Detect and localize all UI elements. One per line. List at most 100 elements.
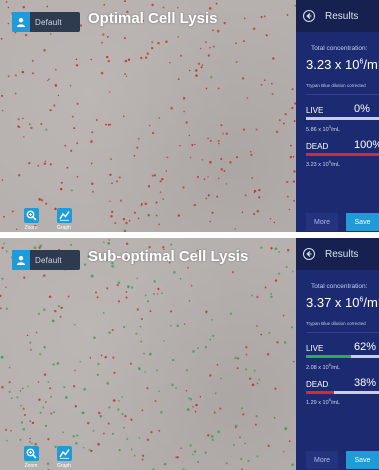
cell-dot	[137, 217, 140, 220]
cell-dot	[210, 75, 213, 79]
cell-dot	[146, 300, 150, 303]
cell-dot	[212, 334, 215, 337]
cell-dot	[285, 266, 288, 268]
cell-dot	[286, 248, 290, 252]
zoom-button[interactable]	[23, 446, 39, 461]
cell-dot	[54, 68, 57, 71]
cell-dot	[212, 29, 214, 32]
cell-dot	[117, 399, 120, 402]
cell-dot	[27, 385, 29, 388]
cell-dot	[90, 449, 93, 453]
cell-dot	[118, 449, 121, 452]
cell-dot	[89, 357, 92, 359]
cell-dot	[1, 385, 4, 389]
cell-dot	[72, 434, 76, 438]
cell-dot	[7, 22, 10, 25]
cell-dot	[90, 140, 93, 143]
cell-dot	[22, 407, 25, 410]
cell-dot	[149, 352, 152, 356]
cell-dot	[274, 279, 278, 282]
cell-dot	[123, 426, 125, 429]
results-panel: Results Total concentration: 3.37 x 106/…	[296, 238, 379, 470]
cell-dot	[179, 277, 182, 280]
cell-dot	[47, 437, 50, 441]
cell-dot	[112, 399, 116, 402]
cell-dot	[124, 0, 126, 3]
dead-label: DEAD	[306, 142, 329, 151]
cell-dot	[125, 296, 128, 299]
cell-dot	[141, 409, 144, 412]
cell-dot	[102, 33, 105, 36]
cell-image-view[interactable]: Default Sub-optimal Cell Lysis Zoom Grap…	[0, 238, 296, 470]
cell-dot	[245, 353, 248, 356]
cell-dot	[161, 177, 164, 181]
zoom-button[interactable]	[23, 208, 39, 223]
cell-dot	[123, 326, 126, 329]
cell-dot	[108, 406, 111, 409]
zoom-tool[interactable]: Zoom	[19, 446, 43, 469]
cell-dot	[175, 387, 178, 389]
cell-dot	[251, 177, 254, 179]
total-concentration-value: 3.23 x 106/mL	[306, 57, 379, 72]
cell-dot	[244, 442, 246, 445]
graph-button[interactable]	[56, 208, 72, 223]
graph-tool[interactable]: Graph	[52, 208, 76, 231]
cell-dot	[17, 173, 21, 177]
cell-dot	[274, 387, 277, 390]
cell-dot	[217, 430, 221, 434]
cell-dot	[11, 210, 14, 213]
cell-dot	[263, 15, 266, 18]
dilution-note: Trypan Blue dilution corrected	[306, 321, 366, 326]
dead-conc-mantissa: 1.29 x 10	[306, 399, 329, 406]
cell-dot	[46, 462, 50, 466]
cell-dot	[223, 21, 226, 25]
cell-dot	[187, 397, 191, 400]
cell-dot	[69, 243, 73, 246]
cell-dot	[205, 310, 208, 313]
cell-dot	[22, 427, 26, 431]
user-profile-button[interactable]: Default	[12, 12, 80, 32]
more-button[interactable]: More	[306, 213, 338, 231]
cell-dot	[96, 373, 100, 376]
cell-dot	[193, 450, 197, 453]
cell-dot	[14, 92, 17, 95]
cell-dot	[189, 398, 193, 401]
back-button[interactable]	[303, 10, 315, 22]
cell-dot	[187, 266, 189, 269]
cell-dot	[203, 178, 206, 181]
zoom-tool[interactable]: Zoom	[19, 208, 43, 231]
cell-dot	[251, 383, 255, 387]
cell-dot	[176, 324, 180, 328]
cell-dot	[74, 441, 78, 445]
cell-dot	[90, 274, 94, 278]
cell-dot	[183, 110, 186, 113]
graph-tool[interactable]: Graph	[52, 446, 76, 469]
save-button[interactable]: Save	[346, 451, 379, 469]
graph-button[interactable]	[56, 446, 72, 461]
cell-dot	[83, 388, 87, 391]
back-button[interactable]	[303, 248, 315, 260]
cell-dot	[102, 312, 105, 314]
cell-dot	[1, 277, 4, 280]
cell-dot	[165, 170, 168, 172]
cell-dot	[106, 36, 109, 38]
cell-dot	[5, 428, 7, 431]
cell-dot	[79, 24, 83, 27]
live-conc-unit: /mL	[330, 364, 341, 371]
cell-dot	[171, 383, 174, 387]
cell-dot	[23, 414, 26, 416]
dead-bar-track	[306, 153, 379, 156]
cell-dot	[3, 215, 5, 218]
cell-dot	[200, 66, 203, 69]
cell-dot	[270, 295, 273, 299]
cell-image-view[interactable]: Default Optimal Cell Lysis Zoom Graph	[0, 0, 296, 232]
cell-dot	[220, 168, 224, 171]
more-button[interactable]: More	[306, 451, 338, 469]
cell-dot	[33, 246, 37, 250]
save-button[interactable]: Save	[346, 213, 379, 231]
cell-dot	[60, 187, 63, 191]
cell-dot	[256, 325, 258, 327]
cell-dot	[101, 41, 104, 44]
cell-dot	[10, 397, 13, 400]
user-profile-button[interactable]: Default	[12, 250, 80, 270]
